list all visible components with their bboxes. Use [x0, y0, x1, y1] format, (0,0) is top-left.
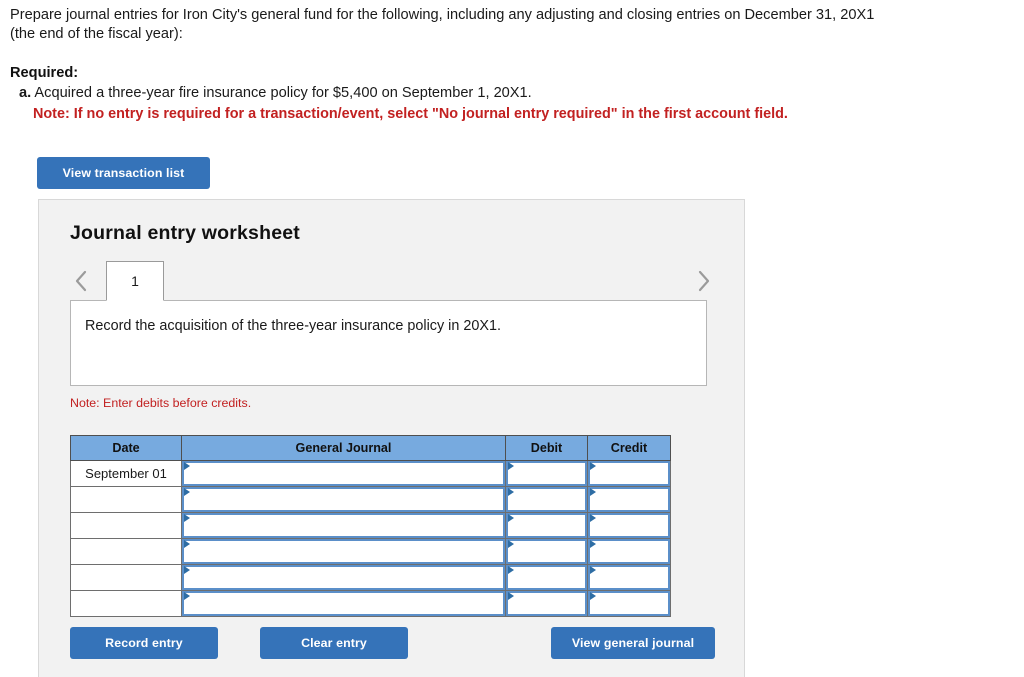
table-header-row: Date General Journal Debit Credit [70, 435, 671, 461]
transaction-description-box: Record the acquisition of the three-year… [70, 300, 707, 386]
dropdown-arrow-icon [184, 592, 190, 600]
question-prompt: Prepare journal entries for Iron City's … [10, 6, 1014, 44]
general-journal-input-1[interactable] [181, 460, 506, 487]
dropdown-arrow-icon [184, 488, 190, 496]
column-header-general-journal: General Journal [181, 435, 506, 461]
view-general-journal-button[interactable]: View general journal [551, 627, 715, 659]
required-item-text: Acquired a three-year fire insurance pol… [34, 85, 532, 101]
record-entry-button[interactable]: Record entry [70, 627, 218, 659]
table-row [70, 590, 671, 617]
credit-input-2[interactable] [587, 486, 671, 513]
dropdown-arrow-icon [184, 566, 190, 574]
debit-input-6[interactable] [505, 590, 588, 617]
credit-input-6[interactable] [587, 590, 671, 617]
required-block: Required: a. Acquired a three-year fire … [10, 64, 1010, 124]
date-cell-1[interactable]: September 01 [70, 460, 182, 487]
table-row [70, 512, 671, 539]
dropdown-arrow-icon [184, 540, 190, 548]
worksheet-tab-1[interactable]: 1 [106, 261, 164, 301]
column-header-credit: Credit [587, 435, 671, 461]
dropdown-arrow-icon [184, 514, 190, 522]
general-journal-input-5[interactable] [181, 564, 506, 591]
credit-input-1[interactable] [587, 460, 671, 487]
credit-input-5[interactable] [587, 564, 671, 591]
enter-debits-note: Note: Enter debits before credits. [70, 396, 252, 410]
prompt-line-2: (the end of the fiscal year): [10, 26, 183, 42]
debit-input-3[interactable] [505, 512, 588, 539]
dropdown-arrow-icon [590, 592, 596, 600]
table-row: September 01 [70, 460, 671, 487]
dropdown-arrow-icon [590, 540, 596, 548]
dropdown-arrow-icon [508, 540, 514, 548]
date-cell-4[interactable] [70, 538, 182, 565]
chevron-right-icon[interactable] [693, 267, 715, 295]
date-cell-3[interactable] [70, 512, 182, 539]
credit-input-4[interactable] [587, 538, 671, 565]
debit-input-1[interactable] [505, 460, 588, 487]
prompt-line-1: Prepare journal entries for Iron City's … [10, 7, 875, 23]
dropdown-arrow-icon [184, 462, 190, 470]
dropdown-arrow-icon [508, 488, 514, 496]
dropdown-arrow-icon [590, 514, 596, 522]
dropdown-arrow-icon [590, 462, 596, 470]
debit-input-2[interactable] [505, 486, 588, 513]
dropdown-arrow-icon [508, 592, 514, 600]
required-heading: Required: [10, 65, 79, 81]
date-cell-2[interactable] [70, 486, 182, 513]
column-header-date: Date [70, 435, 182, 461]
journal-entry-table: Date General Journal Debit Credit Septem… [70, 435, 671, 617]
dropdown-arrow-icon [590, 566, 596, 574]
transaction-description-text: Record the acquisition of the three-year… [85, 318, 501, 334]
chevron-left-icon[interactable] [70, 267, 92, 295]
debit-input-4[interactable] [505, 538, 588, 565]
table-row [70, 486, 671, 513]
dropdown-arrow-icon [590, 488, 596, 496]
dropdown-arrow-icon [508, 514, 514, 522]
table-row [70, 564, 671, 591]
dropdown-arrow-icon [508, 566, 514, 574]
required-item-a: a. Acquired a three-year fire insurance … [10, 84, 1010, 103]
clear-entry-button[interactable]: Clear entry [260, 627, 408, 659]
journal-entry-worksheet-panel: Journal entry worksheet 1 Record the acq… [38, 199, 745, 677]
general-journal-input-6[interactable] [181, 590, 506, 617]
general-journal-input-4[interactable] [181, 538, 506, 565]
view-transaction-list-button[interactable]: View transaction list [37, 157, 210, 189]
worksheet-title: Journal entry worksheet [70, 222, 301, 244]
worksheet-tab-strip: 1 [70, 261, 715, 301]
dropdown-arrow-icon [508, 462, 514, 470]
date-cell-6[interactable] [70, 590, 182, 617]
table-row [70, 538, 671, 565]
column-header-debit: Debit [505, 435, 588, 461]
date-cell-5[interactable] [70, 564, 182, 591]
general-journal-input-3[interactable] [181, 512, 506, 539]
debit-input-5[interactable] [505, 564, 588, 591]
required-item-label: a. [19, 85, 32, 101]
general-journal-input-2[interactable] [181, 486, 506, 513]
credit-input-3[interactable] [587, 512, 671, 539]
required-note: Note: If no entry is required for a tran… [33, 106, 788, 122]
